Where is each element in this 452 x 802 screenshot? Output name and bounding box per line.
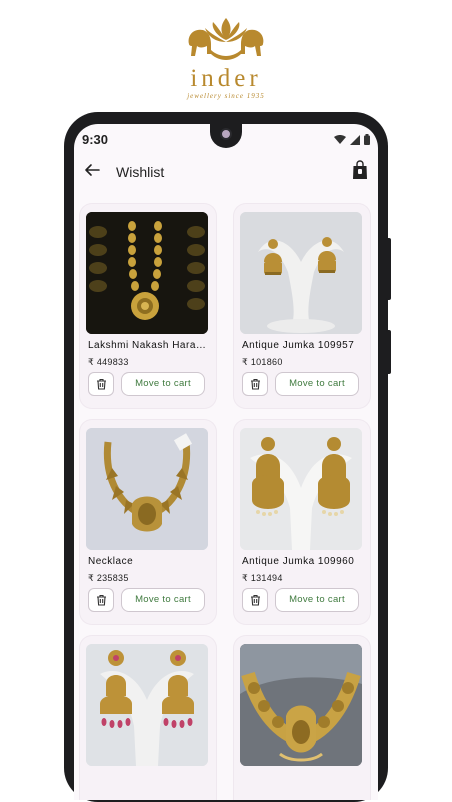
move-to-cart-button[interactable]: Move to cart <box>275 372 359 396</box>
product-card[interactable] <box>234 636 370 800</box>
earrings-image <box>240 428 362 550</box>
product-image <box>86 644 208 766</box>
product-card[interactable]: Necklace ₹ 235835 Move to cart <box>80 420 216 624</box>
earrings-image <box>240 212 362 334</box>
brand-logo-icon <box>188 18 264 60</box>
front-camera <box>210 124 242 148</box>
battery-icon <box>364 134 370 145</box>
trash-icon <box>96 594 106 606</box>
product-card[interactable]: Antique Jumka 109957 ₹ 101860 Move to ca… <box>234 204 370 408</box>
product-image <box>240 212 362 334</box>
brand-header: inder jewellery since 1935 <box>0 14 452 100</box>
trash-icon <box>250 594 260 606</box>
product-image <box>86 428 208 550</box>
necklace-image <box>86 428 208 550</box>
product-card[interactable] <box>80 636 216 800</box>
product-image <box>240 428 362 550</box>
product-card[interactable]: Lakshmi Nakash Haram 1 ₹ 449833 Move to … <box>80 204 216 408</box>
brand-tagline: jewellery since 1935 <box>187 92 265 100</box>
product-image <box>240 644 362 766</box>
page-title: Wishlist <box>116 164 165 180</box>
move-to-cart-button[interactable]: Move to cart <box>121 588 205 612</box>
trash-icon <box>250 378 260 390</box>
product-price: ₹ 101860 <box>242 357 283 367</box>
back-arrow-icon[interactable] <box>84 162 100 178</box>
product-name: Antique Jumka 109960 <box>242 556 355 567</box>
signal-icon <box>350 134 360 145</box>
move-to-cart-button[interactable]: Move to cart <box>121 372 205 396</box>
app-screen: 9:30 Wishlist Lakshmi Nakash Haram 1 ₹ 4… <box>74 124 378 800</box>
earrings-image <box>86 644 208 766</box>
product-price: ₹ 131494 <box>242 573 283 583</box>
shopping-bag-icon[interactable] <box>352 160 368 180</box>
product-price: ₹ 235835 <box>88 573 129 583</box>
delete-button[interactable] <box>88 372 114 396</box>
product-name: Necklace <box>88 556 134 567</box>
app-bar: Wishlist <box>74 156 378 188</box>
delete-button[interactable] <box>88 588 114 612</box>
product-card[interactable]: Antique Jumka 109960 ₹ 131494 Move to ca… <box>234 420 370 624</box>
status-bar: 9:30 <box>74 124 378 154</box>
move-to-cart-button[interactable]: Move to cart <box>275 588 359 612</box>
status-icons <box>334 134 370 145</box>
delete-button[interactable] <box>242 372 268 396</box>
product-image <box>86 212 208 334</box>
trash-icon <box>96 378 106 390</box>
status-time: 9:30 <box>82 132 109 147</box>
power-button <box>386 330 391 374</box>
product-name: Antique Jumka 109957 <box>242 340 355 351</box>
wifi-icon <box>334 134 346 144</box>
necklace-image <box>86 212 208 334</box>
product-name: Lakshmi Nakash Haram 1 <box>88 340 208 351</box>
volume-button <box>386 238 391 300</box>
brand-name: inder <box>190 65 262 92</box>
delete-button[interactable] <box>242 588 268 612</box>
product-price: ₹ 449833 <box>88 357 129 367</box>
necklace-image <box>240 644 362 766</box>
